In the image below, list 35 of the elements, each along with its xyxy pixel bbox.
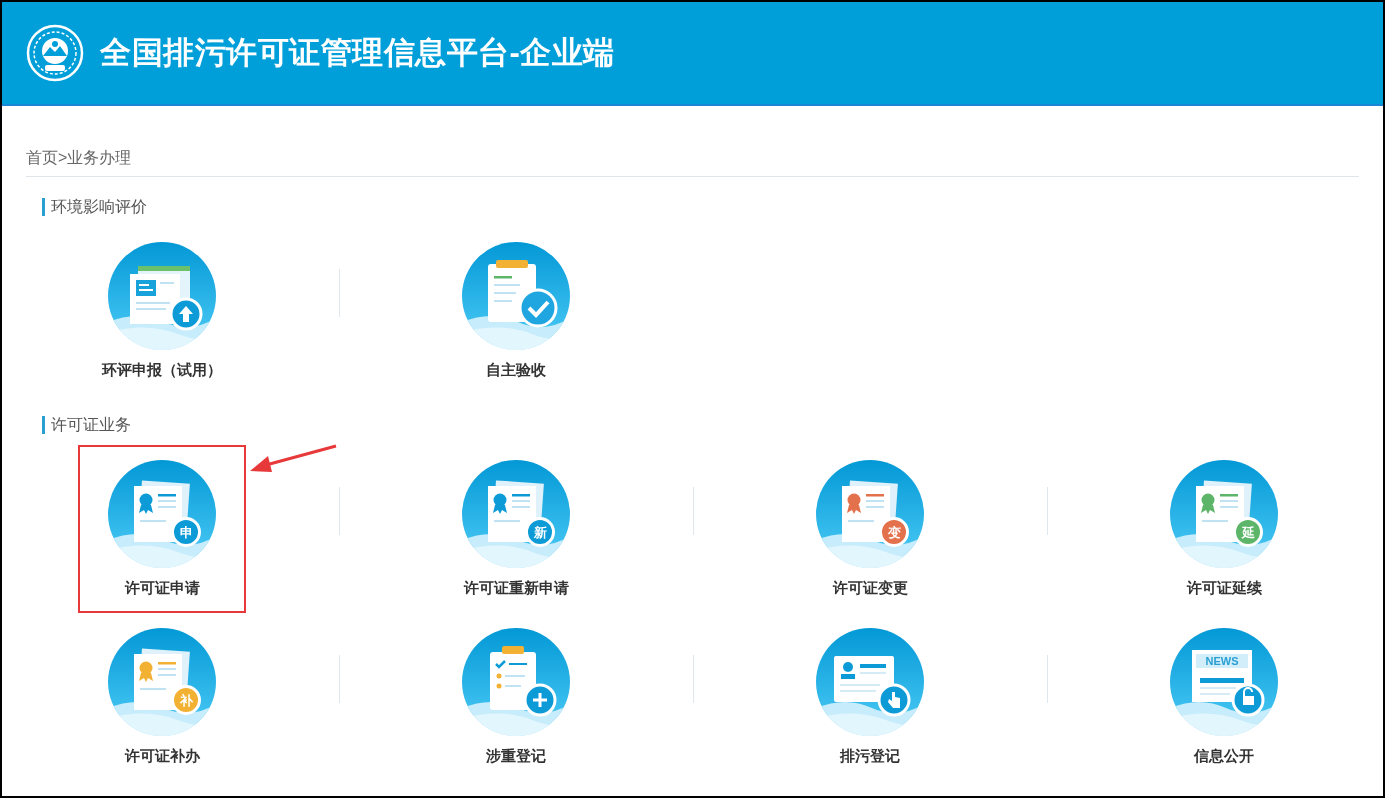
service-label: 自主验收: [486, 361, 546, 379]
certificate-icon: [816, 460, 924, 568]
service-label: 许可证重新申请: [463, 579, 569, 597]
service-label: 涉重登记: [486, 747, 546, 765]
news-label: NEWS: [1204, 654, 1240, 668]
section-title: 许可证业务: [51, 416, 131, 434]
certificate-icon: [108, 628, 216, 736]
breadcrumb: 首页>业务办理: [26, 149, 132, 166]
service-tile[interactable]: 新 许可证重新申请: [432, 445, 600, 613]
service-tile[interactable]: 延 许可证延续: [1140, 445, 1308, 613]
service-tile[interactable]: NEWS 信息公开: [1140, 613, 1308, 781]
document-upload-icon: [108, 242, 216, 350]
service-tile[interactable]: 环评申报（试用）: [78, 227, 246, 395]
newspaper-lock-icon: [1170, 628, 1278, 736]
service-tile[interactable]: 自主验收: [432, 227, 600, 395]
certificate-icon: [108, 460, 216, 568]
id-card-hand-icon: [816, 628, 924, 736]
service-tile[interactable]: 排污登记: [786, 613, 954, 781]
service-label: 信息公开: [1194, 747, 1254, 765]
service-tile[interactable]: 涉重登记: [432, 613, 600, 781]
certificate-icon: [1170, 460, 1278, 568]
clipboard-plus-icon: [462, 628, 570, 736]
service-label: 许可证申请: [124, 579, 200, 597]
app-title: 全国排污许可证管理信息平台-企业端: [100, 33, 615, 72]
service-tile[interactable]: 补 许可证补办: [78, 613, 246, 781]
service-label: 环评申报（试用）: [102, 361, 222, 379]
emblem-logo: [26, 24, 84, 82]
service-tile[interactable]: 变 许可证变更: [786, 445, 954, 613]
checklist-icon: [462, 242, 570, 350]
certificate-icon: [462, 460, 570, 568]
section-title: 环境影响评价: [51, 198, 147, 216]
service-label: 排污登记: [840, 747, 900, 765]
service-label: 许可证延续: [1186, 579, 1262, 597]
service-label: 许可证补办: [124, 747, 200, 765]
service-label: 许可证变更: [832, 579, 908, 597]
